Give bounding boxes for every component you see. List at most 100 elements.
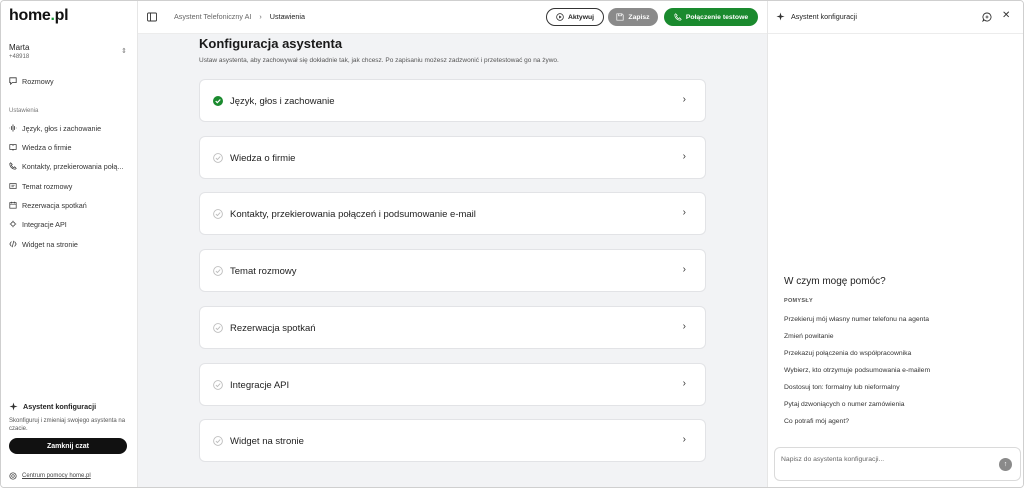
- suggestion-item[interactable]: Przekieruj mój własny numer telefonu na …: [784, 316, 929, 323]
- sidebar-item-conversations[interactable]: Rozmowy: [9, 74, 135, 88]
- sidebar-item-label: Rozmowy: [22, 76, 54, 86]
- section-card-booking[interactable]: Rezerwacja spotkań ›: [199, 306, 706, 349]
- section-card-contacts[interactable]: Kontakty, przekierowania połączeń i pods…: [199, 192, 706, 235]
- chevron-right-icon: ›: [682, 378, 686, 389]
- section-card-label: Rezerwacja spotkań: [230, 323, 316, 334]
- sidebar-item-language[interactable]: Język, głos i zachowanie: [9, 121, 135, 135]
- chevron-right-icon: ›: [259, 12, 262, 21]
- ideas-label: POMYSŁY: [784, 298, 813, 304]
- suggestion-item[interactable]: Przekazuj połączenia do współpracownika: [784, 350, 911, 357]
- logo-tld: pl: [54, 7, 69, 24]
- close-icon[interactable]: ✕: [1002, 10, 1010, 21]
- send-button[interactable]: ↑: [999, 458, 1012, 471]
- breadcrumb-current: Ustawienia: [269, 12, 305, 21]
- section-label: Ustawienia: [9, 108, 39, 114]
- section-card-knowledge[interactable]: Wiedza o firmie ›: [199, 136, 706, 179]
- close-chat-button[interactable]: Zamknij czat: [9, 438, 127, 454]
- chevron-right-icon: ›: [682, 264, 686, 275]
- sidebar-item-label: Rezerwacja spotkań: [22, 200, 87, 210]
- sidebar-item-contacts[interactable]: Kontakty, przekierowania połą...: [9, 159, 135, 173]
- sidebar-toggle-icon[interactable]: [147, 12, 157, 22]
- section-card-label: Wiedza o firmie: [230, 153, 296, 164]
- assistant-panel-title-label: Asystent konfiguracji: [791, 12, 857, 21]
- chat-input[interactable]: [781, 456, 981, 463]
- sidebar: home.pl Marta +48918 ⇕ Rozmowy Ustawieni…: [1, 1, 138, 487]
- check-circle-outline-icon: [213, 380, 223, 390]
- save-label: Zapisz: [628, 13, 650, 21]
- sidebar-item-label: Język, głos i zachowanie: [22, 123, 102, 133]
- section-card-label: Integracje API: [230, 380, 290, 391]
- assistant-panel: Asystent konfiguracji ✕ W czym mogę pomó…: [767, 1, 1023, 487]
- sidebar-item-label: Widget na stronie: [22, 239, 78, 249]
- check-circle-filled-icon: [213, 96, 223, 106]
- breadcrumb: Asystent Telefoniczny AI › Ustawienia: [174, 12, 305, 21]
- chevron-right-icon: ›: [682, 151, 686, 162]
- section-card-label: Język, głos i zachowanie: [230, 96, 335, 107]
- chevron-right-icon: ›: [682, 207, 686, 218]
- save-button[interactable]: Zapisz: [608, 8, 658, 26]
- suggestion-item[interactable]: Wybierz, kto otrzymuje podsumowania e-ma…: [784, 367, 930, 374]
- page-subtitle: Ustaw asystenta, aby zachowywał się dokł…: [199, 57, 559, 64]
- help-title: W czym mogę pomóc?: [784, 276, 886, 287]
- help-icon: [9, 472, 17, 480]
- chat-input-container: ↑: [774, 447, 1021, 481]
- section-card-api[interactable]: Integracje API ›: [199, 363, 706, 406]
- voice-icon: [9, 124, 17, 132]
- logo-main: home: [9, 7, 51, 24]
- sidebar-item-label: Wiedza o firmie: [22, 142, 72, 152]
- check-circle-outline-icon: [213, 266, 223, 276]
- check-circle-outline-icon: [213, 323, 223, 333]
- plug-icon: [9, 220, 17, 228]
- new-chat-icon[interactable]: [982, 12, 992, 22]
- section-card-widget[interactable]: Widget na stronie ›: [199, 419, 706, 462]
- check-circle-outline-icon: [213, 153, 223, 163]
- assistant-description: Skonfiguruj i zmieniaj swojego asystenta…: [9, 418, 126, 432]
- sidebar-item-topic[interactable]: Temat rozmowy: [9, 179, 135, 193]
- assistant-title-label: Asystent konfiguracji: [23, 402, 97, 411]
- account-switcher[interactable]: Marta +48918 ⇕: [9, 43, 131, 60]
- assistant-panel-title: Asystent konfiguracji: [776, 12, 857, 21]
- check-circle-outline-icon: [213, 436, 223, 446]
- chevron-right-icon: ›: [682, 321, 686, 332]
- sidebar-item-api[interactable]: Integracje API: [9, 217, 135, 231]
- chat-icon: [9, 77, 17, 85]
- user-id: +48918: [9, 54, 30, 60]
- sparkle-icon: [9, 402, 18, 411]
- test-call-button[interactable]: Połączenie testowe: [664, 8, 758, 26]
- sidebar-item-booking[interactable]: Rezerwacja spotkań: [9, 198, 135, 212]
- suggestion-item[interactable]: Zmień powitanie: [784, 333, 834, 340]
- top-bar: Asystent Telefoniczny AI › Ustawienia Ak…: [138, 1, 767, 34]
- sidebar-item-widget[interactable]: Widget na stronie: [9, 237, 135, 251]
- sidebar-item-label: Temat rozmowy: [22, 181, 73, 191]
- activate-button[interactable]: Aktywuj: [546, 8, 604, 26]
- section-card-label: Widget na stronie: [230, 436, 304, 447]
- message-icon: [9, 183, 17, 189]
- chevron-right-icon: ›: [682, 434, 686, 445]
- phone-icon: [674, 13, 682, 21]
- main-content: Konfiguracja asystenta Ustaw asystenta, …: [138, 34, 767, 487]
- user-name: Marta: [9, 43, 30, 52]
- logo[interactable]: home.pl: [9, 7, 69, 25]
- help-center-link[interactable]: Centrum pomocy home.pl: [9, 472, 91, 480]
- save-icon: [616, 13, 624, 21]
- suggestion-item[interactable]: Co potrafi mój agent?: [784, 418, 849, 425]
- section-card-language[interactable]: Język, głos i zachowanie ›: [199, 79, 706, 122]
- section-card-label: Temat rozmowy: [230, 266, 297, 277]
- section-card-label: Kontakty, przekierowania połączeń i pods…: [230, 209, 476, 220]
- suggestion-item[interactable]: Dostosuj ton: formalny lub nieformalny: [784, 384, 900, 391]
- test-call-label: Połączenie testowe: [685, 13, 749, 21]
- page-title: Konfiguracja asystenta: [199, 36, 343, 51]
- sparkle-icon: [776, 12, 785, 21]
- breadcrumb-item[interactable]: Asystent Telefoniczny AI: [174, 12, 251, 21]
- assistant-title: Asystent konfiguracji: [9, 402, 131, 411]
- book-icon: [9, 144, 17, 151]
- activate-label: Aktywuj: [567, 13, 595, 21]
- calendar-icon: [9, 201, 17, 209]
- chevron-updown-icon: ⇕: [121, 48, 127, 55]
- code-icon: [9, 240, 17, 248]
- sidebar-item-knowledge[interactable]: Wiedza o firmie: [9, 140, 135, 154]
- chevron-right-icon: ›: [682, 94, 686, 105]
- section-card-topic[interactable]: Temat rozmowy ›: [199, 249, 706, 292]
- assistant-box: Asystent konfiguracji Skonfiguruj i zmie…: [9, 402, 131, 454]
- suggestion-item[interactable]: Pytaj dzwoniących o numer zamówienia: [784, 401, 905, 408]
